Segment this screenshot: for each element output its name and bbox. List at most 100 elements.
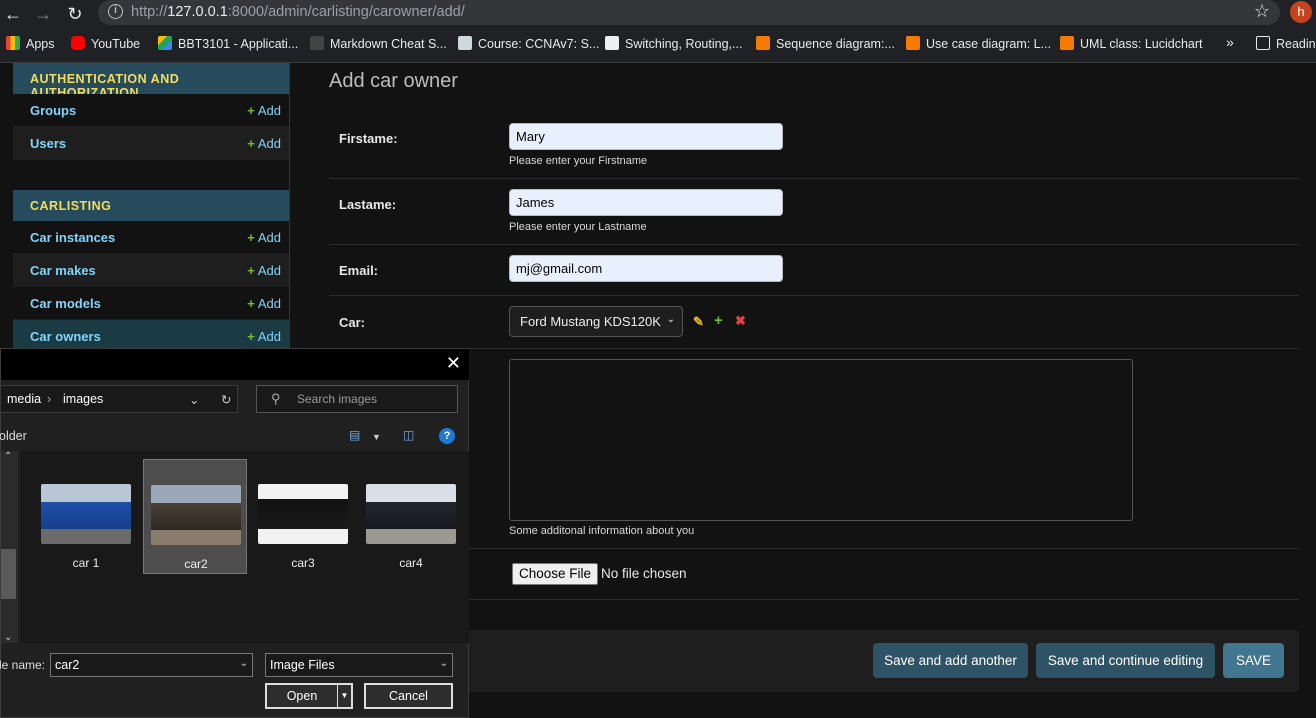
sidebar-item-groups: Groups + Add bbox=[13, 94, 290, 127]
search-icon: ⚲ bbox=[271, 391, 281, 406]
chevron-down-icon[interactable]: ▼ bbox=[372, 432, 381, 442]
scroll-down-icon[interactable]: ⌄ bbox=[4, 632, 12, 643]
nav-pane-scrollbar[interactable]: ⌃ ⌄ bbox=[1, 451, 18, 643]
module-caption-carlisting[interactable]: CARLISTING bbox=[13, 190, 290, 221]
module-caption-auth[interactable]: AUTHENTICATION AND AUTHORIZATION bbox=[13, 63, 290, 100]
cisco-icon bbox=[458, 36, 472, 50]
add-groups-link[interactable]: + Add bbox=[247, 103, 281, 118]
preview-pane-icon[interactable]: ◫ bbox=[403, 428, 414, 442]
lastname-help: Please enter your Lastname bbox=[509, 221, 647, 233]
add-car-owners-link[interactable]: + Add bbox=[247, 329, 281, 344]
car-label: Car: bbox=[339, 315, 366, 330]
sidebar-link-users[interactable]: Users bbox=[30, 136, 66, 151]
bookmark-sequence[interactable]: Sequence diagram:... bbox=[756, 36, 895, 51]
file-list: car 1 car2 car3 car4 bbox=[20, 451, 469, 643]
scrollbar-thumb[interactable] bbox=[1, 549, 16, 599]
image-thumbnail bbox=[258, 484, 348, 544]
plus-icon: + bbox=[247, 136, 255, 151]
image-thumbnail bbox=[366, 484, 456, 544]
form-row-email: Email: mj@gmail.com bbox=[329, 245, 1299, 296]
lucidchart-icon bbox=[756, 36, 770, 50]
sidebar-link-car-owners[interactable]: Car owners bbox=[30, 329, 101, 344]
sidebar-link-car-makes[interactable]: Car makes bbox=[30, 263, 96, 278]
chevron-down-icon[interactable]: ⌄ bbox=[189, 392, 199, 407]
file-tile-car3[interactable]: car3 bbox=[251, 459, 355, 574]
file-tile-car2[interactable]: car2 bbox=[143, 459, 247, 574]
file-tile-car1[interactable]: car 1 bbox=[34, 459, 138, 574]
dialog-titlebar: ✕ bbox=[1, 349, 469, 380]
choose-file-button[interactable]: Choose File bbox=[512, 563, 598, 585]
bookmark-ccna[interactable]: Course: CCNAv7: S... bbox=[458, 36, 599, 51]
car-select[interactable]: Ford Mustang KDS120K ⌄ bbox=[509, 306, 683, 337]
reading-list[interactable]: Readin bbox=[1256, 36, 1316, 51]
search-images-input[interactable]: ⚲ Search images bbox=[256, 385, 458, 413]
profile-avatar[interactable]: h bbox=[1290, 1, 1312, 23]
add-users-link[interactable]: + Add bbox=[247, 136, 281, 151]
add-related-icon[interactable]: + bbox=[714, 312, 723, 329]
firstname-input[interactable]: Mary bbox=[509, 123, 783, 150]
bookmark-uml[interactable]: UML class: Lucidchart bbox=[1060, 36, 1203, 51]
save-and-add-another-button[interactable]: Save and add another bbox=[873, 643, 1028, 678]
plus-icon: + bbox=[247, 103, 255, 118]
form-row-firstname: Firstame: Mary Please enter your Firstna… bbox=[329, 113, 1299, 179]
bookmark-bbt3101[interactable]: BBT3101 - Applicati... bbox=[158, 36, 298, 51]
form-row-image: Choose File No file chosen bbox=[329, 549, 1299, 600]
sidebar-link-car-models[interactable]: Car models bbox=[30, 296, 101, 311]
lastname-input[interactable]: James bbox=[509, 189, 783, 216]
browser-chrome: ← → ↻ i http://127.0.0.1:8000/admin/carl… bbox=[0, 0, 1316, 63]
sidebar-link-groups[interactable]: Groups bbox=[30, 103, 76, 118]
drive-icon bbox=[158, 36, 172, 50]
sidebar-item-car-makes: Car makes + Add bbox=[13, 254, 290, 287]
bookmark-apps[interactable]: Apps bbox=[6, 36, 55, 51]
sidebar-link-car-instances[interactable]: Car instances bbox=[30, 230, 115, 245]
file-open-dialog: ✕ media › images ⌄ ↻ ⚲ Search images old… bbox=[0, 348, 469, 718]
bookmark-usecase[interactable]: Use case diagram: L... bbox=[906, 36, 1051, 51]
cancel-button[interactable]: Cancel bbox=[364, 683, 453, 709]
save-and-continue-button[interactable]: Save and continue editing bbox=[1036, 643, 1215, 678]
scroll-up-icon[interactable]: ⌃ bbox=[4, 451, 12, 462]
reload-icon[interactable]: ↻ bbox=[64, 3, 86, 25]
add-car-makes-link[interactable]: + Add bbox=[247, 263, 281, 278]
youtube-icon bbox=[71, 36, 85, 50]
forward-icon[interactable]: → bbox=[32, 3, 54, 25]
save-button[interactable]: SAVE bbox=[1223, 643, 1284, 678]
chevron-down-icon[interactable]: ⌄ bbox=[240, 658, 248, 669]
file-type-select[interactable]: Image Files ⌄ bbox=[265, 653, 453, 677]
edit-pencil-icon[interactable]: ✎ bbox=[693, 314, 704, 330]
refresh-icon[interactable]: ↻ bbox=[221, 392, 231, 407]
bookmark-star-icon[interactable]: ☆ bbox=[1254, 1, 1270, 22]
breadcrumb-separator-icon: › bbox=[47, 392, 52, 406]
bookmarks-overflow-icon[interactable]: » bbox=[1226, 34, 1234, 50]
bookmark-switching[interactable]: Switching, Routing,... bbox=[605, 36, 742, 51]
split-dropdown-icon[interactable]: ▼ bbox=[337, 685, 351, 707]
file-tile-car4[interactable]: car4 bbox=[359, 459, 463, 574]
back-icon[interactable]: ← bbox=[2, 3, 24, 25]
new-folder-button[interactable]: older bbox=[0, 429, 27, 443]
file-name-input[interactable]: car2 ⌄ bbox=[50, 653, 253, 677]
email-input[interactable]: mj@gmail.com bbox=[509, 255, 783, 282]
bookmark-youtube[interactable]: YouTube bbox=[71, 36, 140, 51]
open-button[interactable]: Open ▼ bbox=[265, 683, 353, 709]
close-icon[interactable]: ✕ bbox=[446, 353, 461, 374]
plus-icon: + bbox=[247, 296, 255, 311]
view-options-icon[interactable]: ▤ bbox=[349, 428, 360, 442]
lucidchart-icon bbox=[906, 36, 920, 50]
sidebar-item-users: Users + Add bbox=[13, 127, 290, 160]
about-textarea[interactable] bbox=[509, 359, 1133, 521]
omnibox[interactable]: i http://127.0.0.1:8000/admin/carlisting… bbox=[98, 0, 1280, 25]
chevron-down-icon: ⌄ bbox=[666, 314, 675, 325]
add-car-models-link[interactable]: + Add bbox=[247, 296, 281, 311]
delete-related-icon[interactable]: ✖ bbox=[735, 313, 746, 329]
breadcrumb-images[interactable]: images bbox=[63, 392, 103, 406]
site-info-icon[interactable]: i bbox=[108, 4, 123, 19]
path-breadcrumb[interactable]: media › images ⌄ ↻ bbox=[0, 385, 238, 413]
add-car-instances-link[interactable]: + Add bbox=[247, 230, 281, 245]
bookmark-markdown[interactable]: Markdown Cheat S... bbox=[310, 36, 447, 51]
address-bar-row: ← → ↻ i http://127.0.0.1:8000/admin/carl… bbox=[0, 0, 1316, 28]
breadcrumb-media[interactable]: media bbox=[7, 392, 41, 406]
image-thumbnail bbox=[41, 484, 131, 544]
lastname-label: Lastame: bbox=[339, 197, 397, 212]
url-text[interactable]: http://127.0.0.1:8000/admin/carlisting/c… bbox=[131, 4, 465, 20]
help-icon[interactable]: ? bbox=[439, 428, 455, 444]
chevron-down-icon[interactable]: ⌄ bbox=[440, 658, 448, 669]
